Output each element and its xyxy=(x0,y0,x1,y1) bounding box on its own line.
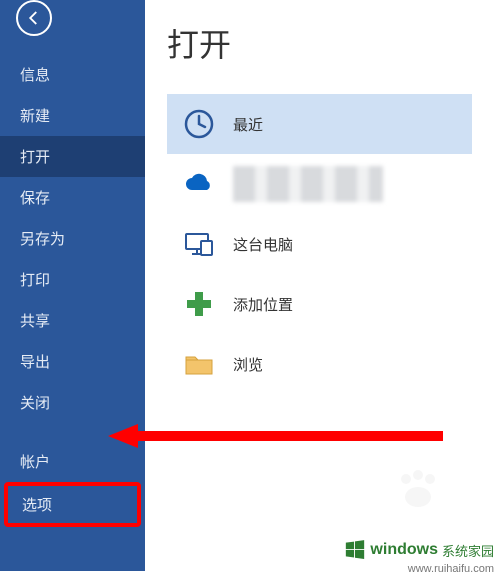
sidebar-item-new[interactable]: 新建 xyxy=(0,95,145,136)
page-title: 打开 xyxy=(167,20,500,66)
sidebar-item-label: 关闭 xyxy=(20,395,50,412)
sidebar-item-label: 信息 xyxy=(20,67,50,84)
location-label: 浏览 xyxy=(233,354,263,375)
sidebar-item-label: 共享 xyxy=(20,313,50,330)
main-panel: 打开 最近 这台电脑 xyxy=(145,0,500,571)
sidebar-item-label: 打印 xyxy=(20,272,50,289)
location-list: 最近 这台电脑 添加位置 xyxy=(167,94,472,394)
sidebar-item-save[interactable]: 保存 xyxy=(0,177,145,218)
sidebar-item-export[interactable]: 导出 xyxy=(0,341,145,382)
sidebar-item-options[interactable]: 选项 xyxy=(4,482,141,527)
onedrive-icon xyxy=(183,168,215,200)
onedrive-account-blurred xyxy=(233,166,383,202)
location-onedrive[interactable] xyxy=(167,154,472,214)
location-recent[interactable]: 最近 xyxy=(167,94,472,154)
sidebar-item-account[interactable]: 帐户 xyxy=(0,441,145,482)
computer-icon xyxy=(183,228,215,260)
sidebar-item-label: 选项 xyxy=(22,497,52,514)
sidebar-item-label: 导出 xyxy=(20,354,50,371)
sidebar-item-label: 帐户 xyxy=(20,454,50,471)
plus-icon xyxy=(183,288,215,320)
sidebar-item-close[interactable]: 关闭 xyxy=(0,382,145,423)
sidebar-item-print[interactable]: 打印 xyxy=(0,259,145,300)
location-label: 最近 xyxy=(233,114,263,135)
back-button[interactable] xyxy=(16,0,52,36)
location-label: 添加位置 xyxy=(233,294,293,315)
sidebar-item-save-as[interactable]: 另存为 xyxy=(0,218,145,259)
watermark-url: www.ruihaifu.com xyxy=(408,563,494,575)
sidebar: 信息 新建 打开 保存 另存为 打印 共享 导出 关闭 帐户 选项 xyxy=(0,0,145,571)
folder-icon xyxy=(183,348,215,380)
sidebar-item-label: 保存 xyxy=(20,190,50,207)
back-arrow-icon xyxy=(25,9,43,27)
sidebar-item-share[interactable]: 共享 xyxy=(0,300,145,341)
sidebar-item-label: 另存为 xyxy=(20,231,65,248)
sidebar-item-label: 打开 xyxy=(20,149,50,166)
sidebar-item-label: 新建 xyxy=(20,108,50,125)
location-label: 这台电脑 xyxy=(233,234,293,255)
paw-watermark-icon xyxy=(394,469,440,509)
sidebar-item-open[interactable]: 打开 xyxy=(0,136,145,177)
sidebar-item-info[interactable]: 信息 xyxy=(0,54,145,95)
location-add-place[interactable]: 添加位置 xyxy=(167,274,472,334)
location-browse[interactable]: 浏览 xyxy=(167,334,472,394)
clock-icon xyxy=(183,108,215,140)
location-this-pc[interactable]: 这台电脑 xyxy=(167,214,472,274)
